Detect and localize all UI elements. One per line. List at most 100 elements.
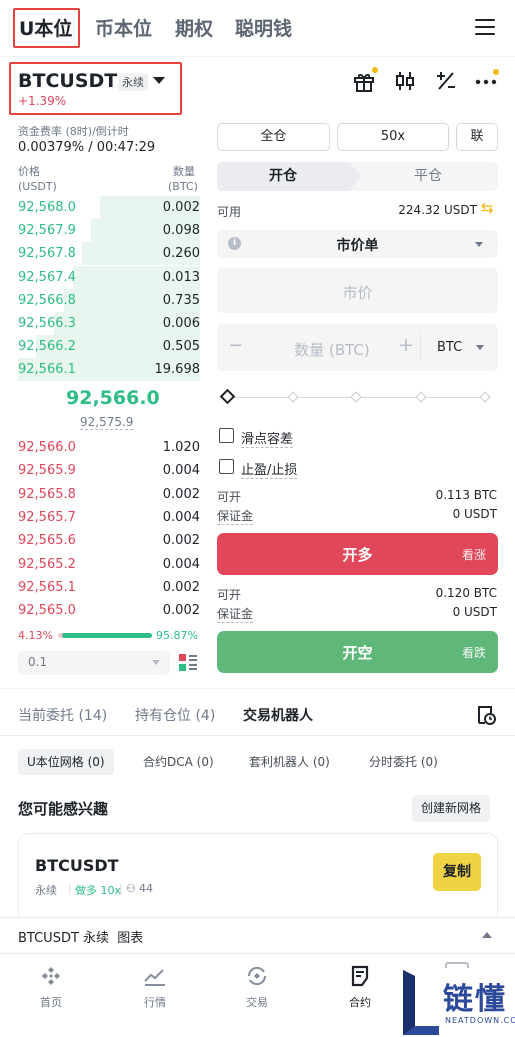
bid-qty: 1.020 xyxy=(162,440,200,455)
bullish-label: 看涨 xyxy=(461,548,486,562)
candlestick-icon[interactable] xyxy=(392,68,418,94)
watermark-text: 链懂 xyxy=(443,982,507,1017)
tab-smart-money[interactable]: 聪明钱 xyxy=(235,14,292,41)
tab-coin-m[interactable]: 币本位 xyxy=(95,14,152,41)
open-close-toggle: 开仓 平仓 xyxy=(217,162,498,191)
mark-price[interactable]: 92,575.9 xyxy=(80,415,134,430)
bid-row[interactable]: 92,565.6 0.002 xyxy=(18,529,200,552)
ask-row[interactable]: 92,568.0 0.002 xyxy=(18,196,200,219)
gift-icon[interactable] xyxy=(351,67,378,94)
copy-button[interactable]: 复制 xyxy=(433,853,481,891)
bid-qty: 0.004 xyxy=(162,509,200,525)
bid-row[interactable]: 92,565.1 0.002 xyxy=(18,576,200,599)
depth-select[interactable]: 0.1 xyxy=(18,651,170,675)
plus-icon[interactable]: + xyxy=(398,334,414,356)
tpsl-checkbox[interactable] xyxy=(219,459,234,474)
chip-usdt-grid[interactable]: U本位网格 (0) xyxy=(18,749,114,775)
long-margin-label: 保证金 xyxy=(217,509,254,525)
bid-price: 92,565.8 xyxy=(18,486,76,502)
chip-twap[interactable]: 分时委托 (0) xyxy=(360,749,447,775)
quantity-unit[interactable]: BTC xyxy=(437,340,462,355)
price-input[interactable]: 市价 xyxy=(217,268,498,313)
slippage-label[interactable]: 滑点容差 xyxy=(241,428,294,448)
highlight-box xyxy=(9,62,182,115)
bid-qty: 0.002 xyxy=(162,533,200,549)
history-icon[interactable] xyxy=(475,704,497,726)
ask-qty: 0.006 xyxy=(162,316,200,331)
open-long-button[interactable]: 开多 看涨 xyxy=(217,533,498,575)
separator: | xyxy=(119,882,123,895)
joint-margin-button[interactable]: 联 xyxy=(456,123,498,151)
menu-icon[interactable] xyxy=(475,19,495,35)
futures-icon xyxy=(351,965,369,987)
bid-row[interactable]: 92,566.0 1.020 xyxy=(18,436,200,459)
divider xyxy=(0,56,515,57)
chevron-up-icon[interactable] xyxy=(482,932,492,938)
ask-row[interactable]: 92,566.8 0.735 xyxy=(18,288,200,312)
quantity-stepper[interactable]: − 数量 (BTC) + BTC xyxy=(217,324,498,371)
order-type-select[interactable]: i 市价单 xyxy=(217,230,498,258)
open-short-label: 开空 xyxy=(342,644,373,662)
ask-row[interactable]: 92,566.3 0.006 xyxy=(18,312,200,335)
funding-value: 0.00379% / 00:47:29 xyxy=(18,140,156,155)
slider-step[interactable] xyxy=(287,391,299,403)
ask-price: 92,566.1 xyxy=(18,362,76,378)
ask-price: 92,568.0 xyxy=(18,200,76,215)
ask-row[interactable]: 92,566.2 0.505 xyxy=(18,335,200,359)
long-max-value: 0.113 BTC xyxy=(435,488,497,502)
last-price[interactable]: 92,566.0 xyxy=(66,387,160,409)
open-short-button[interactable]: 开空 看跌 xyxy=(217,631,498,673)
nav-markets-label: 行情 xyxy=(144,996,166,1009)
slider-step[interactable] xyxy=(479,391,491,403)
card-users: 44 xyxy=(139,882,153,895)
slider-step[interactable] xyxy=(415,391,427,403)
create-grid-button[interactable]: 创建新网格 xyxy=(412,795,491,822)
slider-handle[interactable] xyxy=(219,388,236,405)
interest-title: 您可能感兴趣 xyxy=(18,800,109,818)
calculator-icon[interactable] xyxy=(433,68,459,94)
ask-qty: 19.698 xyxy=(154,362,201,378)
leverage-button[interactable]: 50x xyxy=(337,123,449,151)
tab-open[interactable]: 开仓 xyxy=(217,162,349,191)
tab-trading-bots[interactable]: 交易机器人 xyxy=(243,705,313,725)
short-margin-value: 0 USDT xyxy=(452,605,497,619)
ask-row[interactable]: 92,567.4 0.013 xyxy=(18,265,200,289)
ask-qty: 0.098 xyxy=(162,223,200,239)
nav-futures-label: 合约 xyxy=(349,996,371,1009)
bid-row[interactable]: 92,565.7 0.004 xyxy=(18,506,200,529)
tab-positions[interactable]: 持有仓位 (4) xyxy=(135,705,215,725)
chip-arbitrage-bot[interactable]: 套利机器人 (0) xyxy=(240,749,339,775)
bid-ratio: 4.13% xyxy=(18,629,53,642)
bid-qty: 0.002 xyxy=(162,579,200,595)
users-icon: ⚇ xyxy=(126,882,136,895)
tpsl-label[interactable]: 止盈/止损 xyxy=(241,459,298,479)
ask-price: 92,566.3 xyxy=(18,316,76,331)
watermark-sub: NEATDOWN.COM xyxy=(445,1016,515,1025)
slippage-checkbox[interactable] xyxy=(219,428,234,443)
tab-close[interactable]: 平仓 xyxy=(358,162,498,191)
bid-row[interactable]: 92,565.0 0.002 xyxy=(18,599,200,622)
chevron-down-icon xyxy=(152,660,160,665)
transfer-icon[interactable]: ⇆ xyxy=(481,199,494,217)
bid-row[interactable]: 92,565.8 0.002 xyxy=(18,483,200,506)
ask-row[interactable]: 92,566.1 19.698 xyxy=(18,358,201,382)
ask-qty: 0.505 xyxy=(162,339,200,355)
ask-row[interactable]: 92,567.9 0.098 xyxy=(18,219,200,243)
ratio-bar xyxy=(58,633,152,638)
tab-options[interactable]: 期权 xyxy=(175,14,213,41)
chart-bar[interactable]: BTCUSDT 永续 图表 xyxy=(0,917,515,953)
orderbook-layout-icon[interactable] xyxy=(178,653,198,673)
funding-label[interactable]: 资金费率 (8时)/倒计时 xyxy=(18,123,129,139)
bearish-label: 看跌 xyxy=(461,646,486,660)
tab-open-orders[interactable]: 当前委托 (14) xyxy=(18,705,107,725)
chip-futures-dca[interactable]: 合约DCA (0) xyxy=(134,749,223,775)
available-label: 可用 xyxy=(217,205,242,219)
ask-row[interactable]: 92,567.8 0.260 xyxy=(18,242,200,266)
margin-mode-button[interactable]: 全仓 xyxy=(217,123,330,151)
slider-step[interactable] xyxy=(350,391,362,403)
bid-row[interactable]: 92,565.9 0.004 xyxy=(18,459,200,482)
available-value: 224.32 USDT xyxy=(398,203,477,217)
more-icon[interactable] xyxy=(474,68,500,94)
trade-icon xyxy=(247,966,267,986)
bid-row[interactable]: 92,565.2 0.004 xyxy=(18,553,200,576)
